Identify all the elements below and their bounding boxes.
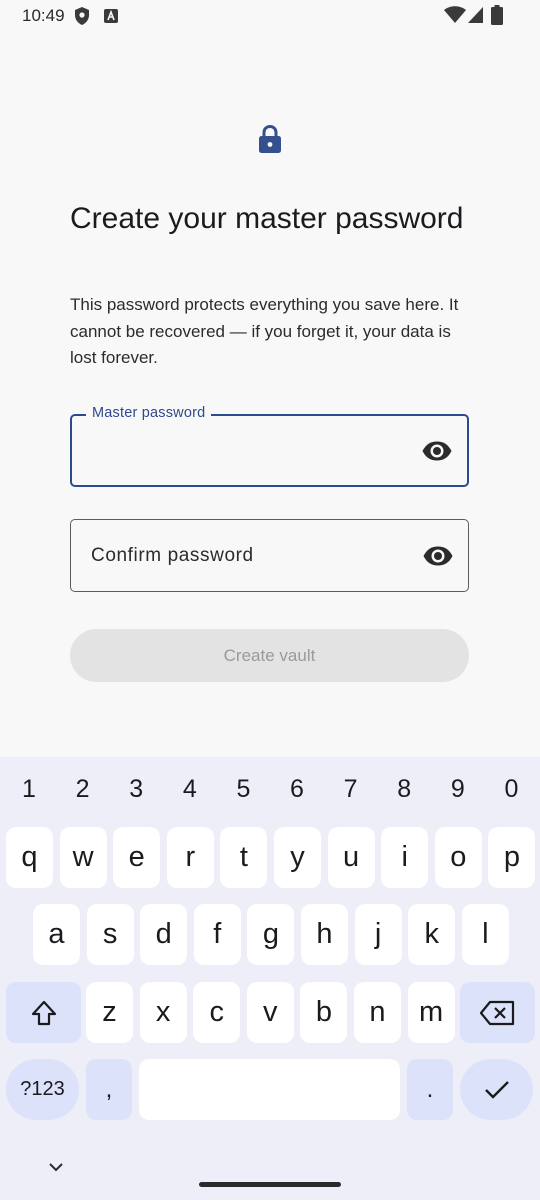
navigation-handle[interactable] <box>199 1182 341 1187</box>
create-vault-button[interactable]: Create vault <box>70 629 469 682</box>
number-key-6[interactable]: 6 <box>270 769 324 809</box>
number-row: 1234567890 <box>0 769 540 809</box>
key-l[interactable]: l <box>461 904 509 965</box>
number-key-1[interactable]: 1 <box>2 769 56 809</box>
key-label: f <box>213 918 222 950</box>
number-key-0[interactable]: 0 <box>484 769 538 809</box>
symbols-key[interactable]: ?123 <box>6 1059 79 1120</box>
check-icon <box>484 1080 509 1099</box>
key-b[interactable]: b <box>300 982 348 1043</box>
shift-key[interactable] <box>6 982 81 1043</box>
key-a[interactable]: a <box>33 904 80 965</box>
key-label: s <box>102 918 118 950</box>
key-label: p <box>503 841 520 873</box>
key-label: z <box>102 996 117 1028</box>
keyboard: 1234567890 qwertyuiop asdfghjkl zxcvbnm … <box>0 757 540 1200</box>
key-label: x <box>155 996 171 1028</box>
a-badge-icon <box>104 9 118 23</box>
lock-icon <box>259 124 281 153</box>
chevron-down-icon[interactable] <box>47 1161 65 1173</box>
master-password-input[interactable] <box>92 416 412 485</box>
comma-key[interactable]: , <box>86 1059 132 1120</box>
number-key-7[interactable]: 7 <box>324 769 378 809</box>
key-label: h <box>316 918 333 950</box>
key-x[interactable]: x <box>139 982 187 1043</box>
key-label: b <box>315 996 332 1028</box>
status-time: 10:49 <box>22 6 65 25</box>
key-u[interactable]: u <box>327 827 375 888</box>
number-key-3[interactable]: 3 <box>109 769 163 809</box>
key-z[interactable]: z <box>86 982 133 1043</box>
key-label: i <box>401 841 408 873</box>
key-n[interactable]: n <box>354 982 401 1043</box>
number-key-5[interactable]: 5 <box>216 769 270 809</box>
key-v[interactable]: v <box>246 982 294 1043</box>
key-e[interactable]: e <box>113 827 161 888</box>
key-label: m <box>419 996 444 1028</box>
key-t[interactable]: t <box>220 827 268 888</box>
eye-icon[interactable] <box>421 440 453 462</box>
master-password-field[interactable]: Master password <box>70 405 469 487</box>
signal-icon <box>468 7 483 23</box>
number-key-4[interactable]: 4 <box>163 769 217 809</box>
key-label: w <box>72 841 94 873</box>
number-key-8[interactable]: 8 <box>377 769 431 809</box>
key-k[interactable]: k <box>408 904 456 965</box>
key-label: k <box>424 918 439 950</box>
number-key-2[interactable]: 2 <box>56 769 110 809</box>
key-label: g <box>262 918 279 950</box>
key-label: c <box>209 996 224 1028</box>
key-j[interactable]: j <box>354 904 402 965</box>
key-label: d <box>155 918 172 950</box>
key-label: q <box>21 841 38 873</box>
key-r[interactable]: r <box>166 827 214 888</box>
key-label: a <box>48 918 65 950</box>
key-label: y <box>290 841 305 873</box>
wifi-icon <box>444 6 466 23</box>
confirm-password-input[interactable] <box>91 520 411 591</box>
enter-key[interactable] <box>460 1059 533 1120</box>
status-bar: 10:49 <box>0 0 540 32</box>
period-key[interactable]: . <box>407 1059 453 1120</box>
battery-icon <box>491 5 503 25</box>
backspace-icon <box>479 1000 514 1025</box>
confirm-password-field[interactable] <box>70 519 469 592</box>
key-o[interactable]: o <box>434 827 482 888</box>
key-f[interactable]: f <box>193 904 241 965</box>
number-key-9[interactable]: 9 <box>431 769 485 809</box>
key-h[interactable]: h <box>301 904 348 965</box>
key-label: v <box>263 996 278 1028</box>
page-description: This password protects everything you sa… <box>70 295 459 367</box>
shield-icon <box>75 7 89 25</box>
key-c[interactable]: c <box>193 982 241 1043</box>
eye-icon[interactable] <box>422 545 454 567</box>
key-y[interactable]: y <box>274 827 321 888</box>
key-i[interactable]: i <box>381 827 429 888</box>
shift-icon <box>31 1000 56 1025</box>
key-p[interactable]: p <box>488 827 536 888</box>
page-title: Create your master password <box>70 202 464 235</box>
key-label: j <box>374 918 382 950</box>
key-w[interactable]: w <box>59 827 107 888</box>
comma-key-label: , <box>105 1075 113 1103</box>
key-label: n <box>369 996 386 1028</box>
period-key-label: . <box>426 1075 434 1103</box>
key-label: o <box>450 841 467 873</box>
space-key[interactable] <box>139 1059 400 1120</box>
backspace-key[interactable] <box>460 982 535 1043</box>
key-g[interactable]: g <box>247 904 295 965</box>
key-label: e <box>128 841 145 873</box>
key-m[interactable]: m <box>407 982 455 1043</box>
key-d[interactable]: d <box>140 904 188 965</box>
key-label: t <box>239 841 248 873</box>
key-s[interactable]: s <box>86 904 134 965</box>
symbols-key-label: ?123 <box>20 1078 65 1100</box>
key-label: l <box>482 918 489 950</box>
key-label: r <box>185 841 196 873</box>
key-q[interactable]: q <box>6 827 53 888</box>
key-label: u <box>343 841 360 873</box>
